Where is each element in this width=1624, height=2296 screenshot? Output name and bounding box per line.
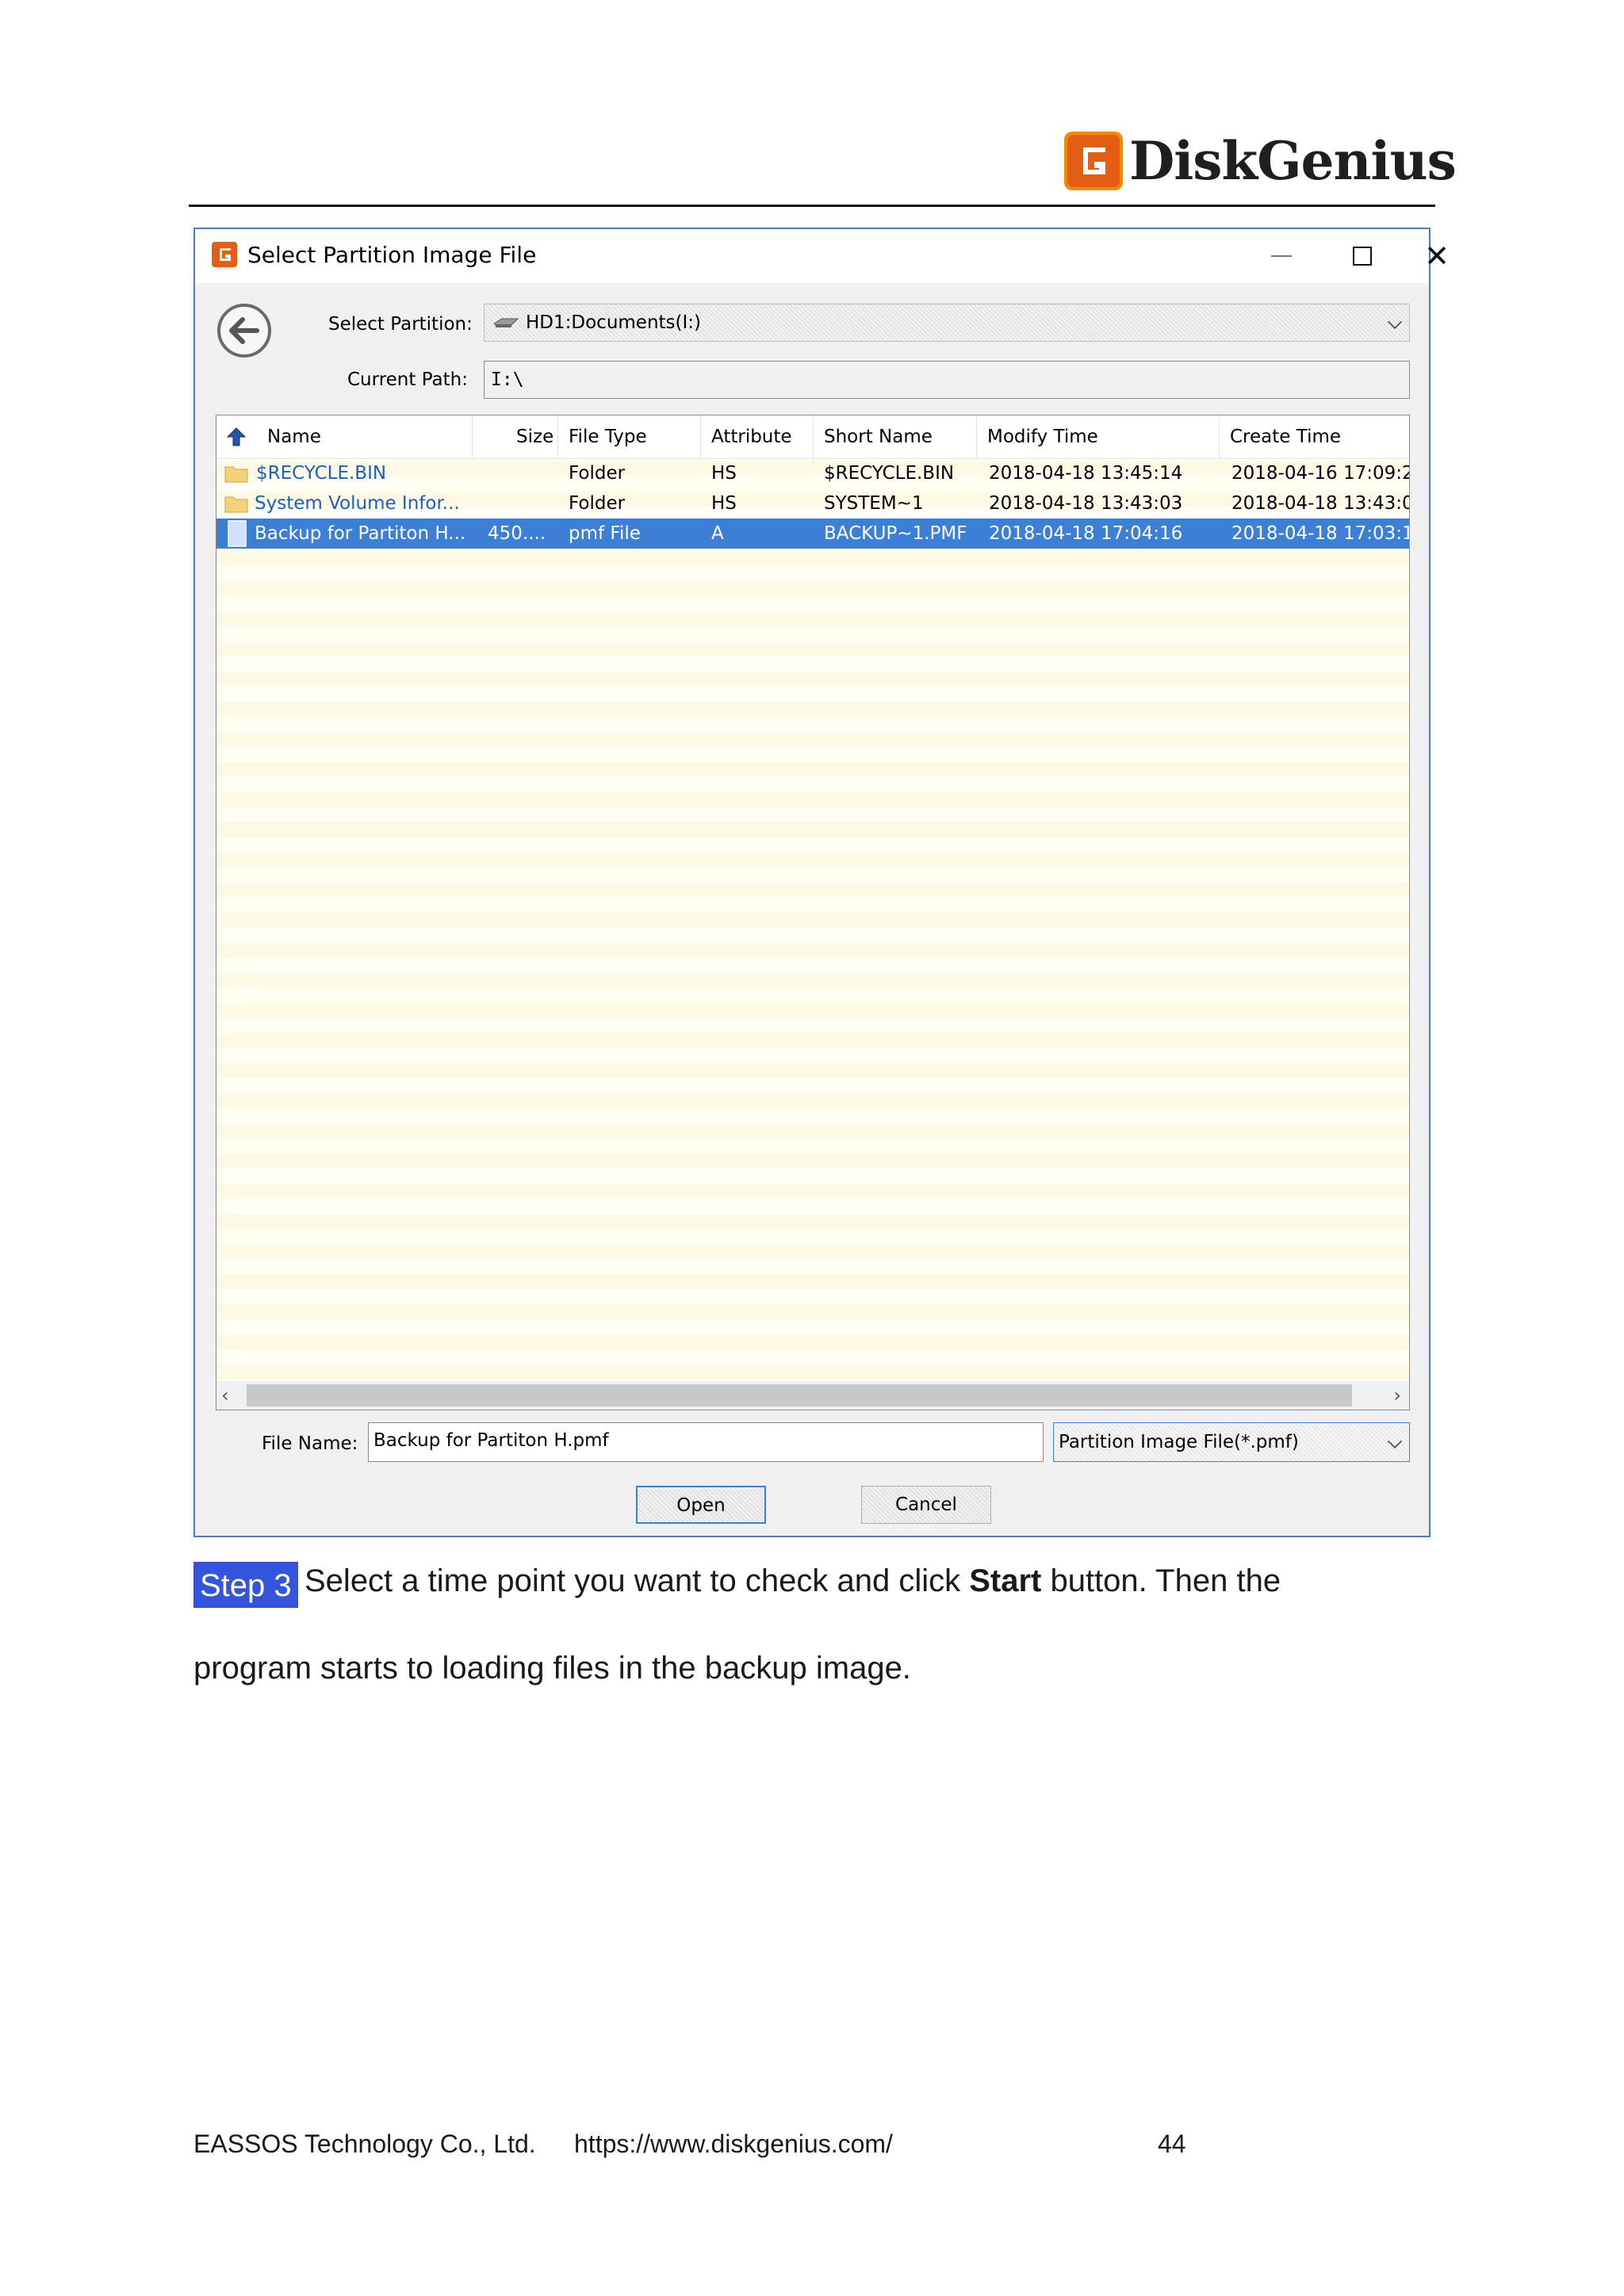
select-partition-label: Select Partition: bbox=[328, 314, 473, 335]
file-list[interactable]: Name Size File Type Attribute Short Name… bbox=[216, 415, 1410, 1410]
file-name-input[interactable]: Backup for Partiton H.pmf bbox=[368, 1422, 1044, 1462]
cell-create-time: 2018-04-18 17:03:1 bbox=[1231, 523, 1410, 544]
title-bar: Select Partition Image File ✕ bbox=[195, 229, 1450, 283]
select-partition-dropdown[interactable]: HD1:Documents(I:) bbox=[484, 304, 1410, 342]
file-type-dropdown[interactable]: Partition Image File(*.pmf) bbox=[1053, 1422, 1410, 1462]
column-separator bbox=[557, 415, 558, 458]
cell-name: Backup for Partiton H... bbox=[255, 523, 466, 544]
column-header-attribute[interactable]: Attribute bbox=[711, 427, 792, 447]
header-rule bbox=[189, 205, 1435, 207]
cell-create-time: 2018-04-18 13:43:0 bbox=[1231, 493, 1410, 514]
table-row[interactable]: System Volume Infor... Folder HS SYSTEM~… bbox=[216, 488, 1409, 519]
minimize-icon bbox=[1271, 255, 1292, 257]
cell-short-name: $RECYCLE.BIN bbox=[824, 463, 955, 484]
cell-name: $RECYCLE.BIN bbox=[256, 463, 387, 484]
cell-attribute: HS bbox=[711, 463, 737, 484]
file-icon bbox=[228, 520, 247, 547]
column-header-file-type[interactable]: File Type bbox=[569, 427, 647, 447]
table-row[interactable]: $RECYCLE.BIN Folder HS $RECYCLE.BIN 2018… bbox=[216, 458, 1409, 488]
close-icon: ✕ bbox=[1424, 239, 1450, 274]
cell-size: 450.... bbox=[488, 523, 546, 544]
cell-file-type: Folder bbox=[569, 493, 626, 514]
column-separator bbox=[700, 415, 701, 458]
scrollbar-thumb[interactable] bbox=[247, 1384, 1352, 1406]
line1-text-end: button. Then the bbox=[1041, 1563, 1281, 1598]
scroll-right-icon[interactable]: › bbox=[1393, 1384, 1401, 1406]
column-separator bbox=[472, 415, 473, 458]
close-button[interactable]: ✕ bbox=[1413, 235, 1461, 277]
page-number: 44 bbox=[1158, 2130, 1186, 2158]
footer-company: EASSOS Technology Co., Ltd. bbox=[193, 2130, 536, 2158]
logo-text: DiskGenius bbox=[1129, 130, 1457, 192]
list-header: Name Size File Type Attribute Short Name… bbox=[216, 415, 1409, 459]
column-separator bbox=[813, 415, 814, 458]
scroll-left-icon[interactable]: ‹ bbox=[221, 1384, 229, 1406]
cell-file-type: pmf File bbox=[569, 523, 641, 544]
file-name-label: File Name: bbox=[262, 1433, 358, 1454]
cell-create-time: 2018-04-16 17:09:2 bbox=[1231, 463, 1410, 484]
file-type-value: Partition Image File(*.pmf) bbox=[1059, 1432, 1299, 1452]
diskgenius-logo-icon bbox=[1064, 132, 1123, 190]
cell-file-type: Folder bbox=[569, 463, 626, 484]
horizontal-scrollbar[interactable]: ‹ › bbox=[216, 1381, 1409, 1410]
column-separator bbox=[976, 415, 977, 458]
chevron-down-icon bbox=[1387, 314, 1403, 330]
step-description-line2: program starts to loading files in the b… bbox=[193, 1651, 911, 1686]
diskgenius-logo: DiskGenius bbox=[1063, 127, 1457, 195]
table-row-selected[interactable]: Backup for Partiton H... 450.... pmf Fil… bbox=[216, 519, 1409, 549]
maximize-icon bbox=[1353, 247, 1372, 266]
maximize-button[interactable] bbox=[1331, 235, 1394, 277]
column-header-short-name[interactable]: Short Name bbox=[824, 427, 933, 447]
column-header-name[interactable]: Name bbox=[267, 427, 321, 447]
folder-icon bbox=[224, 466, 248, 483]
line1-text: Select a time point you want to check an… bbox=[304, 1563, 970, 1598]
current-path-field[interactable]: I:\ bbox=[484, 361, 1410, 399]
column-separator bbox=[1219, 415, 1220, 458]
dialog-title: Select Partition Image File bbox=[247, 242, 537, 268]
app-icon bbox=[212, 242, 237, 267]
start-keyword: Start bbox=[969, 1563, 1042, 1598]
cell-modify-time: 2018-04-18 13:45:14 bbox=[989, 463, 1183, 484]
cell-modify-time: 2018-04-18 17:04:16 bbox=[989, 523, 1183, 544]
select-partition-image-dialog: Select Partition Image File ✕ Select Par… bbox=[193, 228, 1450, 1537]
back-arrow-icon[interactable] bbox=[216, 302, 273, 359]
folder-icon bbox=[224, 496, 248, 513]
column-header-size[interactable]: Size bbox=[516, 427, 553, 447]
column-header-create-time[interactable]: Create Time bbox=[1230, 427, 1341, 447]
cell-modify-time: 2018-04-18 13:43:03 bbox=[989, 493, 1183, 514]
cancel-button[interactable]: Cancel bbox=[861, 1486, 991, 1524]
column-header-modify-time[interactable]: Modify Time bbox=[987, 427, 1098, 447]
step-badge: Step 3 bbox=[193, 1562, 298, 1608]
cell-name: System Volume Infor... bbox=[255, 493, 460, 514]
hard-disk-icon bbox=[493, 318, 519, 327]
up-folder-icon[interactable] bbox=[226, 427, 247, 447]
cell-attribute: HS bbox=[711, 493, 737, 514]
current-path-label: Current Path: bbox=[347, 369, 468, 390]
minimize-button[interactable] bbox=[1250, 235, 1313, 277]
cell-attribute: A bbox=[711, 523, 724, 544]
chevron-down-icon bbox=[1387, 1433, 1403, 1449]
footer-url[interactable]: https://www.diskgenius.com/ bbox=[574, 2130, 893, 2159]
cell-short-name: BACKUP~1.PMF bbox=[824, 523, 967, 544]
open-button[interactable]: Open bbox=[636, 1486, 766, 1524]
step-description-line1: Select a time point you want to check an… bbox=[304, 1563, 1281, 1599]
select-partition-value: HD1:Documents(I:) bbox=[526, 312, 702, 333]
cell-short-name: SYSTEM~1 bbox=[824, 493, 924, 514]
